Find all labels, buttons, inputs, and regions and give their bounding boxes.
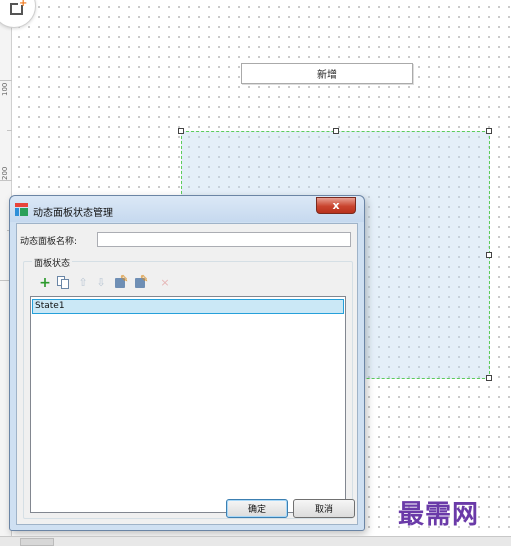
ruler-label: 200 <box>1 166 9 180</box>
dialog-titlebar[interactable]: 动态面板状态管理 x <box>10 196 364 222</box>
plus-icon: + <box>39 275 51 291</box>
resize-handle-top-right[interactable] <box>486 128 492 134</box>
list-item[interactable]: State1 <box>32 299 344 314</box>
duplicate-state-button[interactable] <box>56 276 70 290</box>
delete-state-button[interactable]: × <box>158 276 172 290</box>
dialog-title: 动态面板状态管理 <box>33 208 113 219</box>
panel-state-manager-dialog: 动态面板状态管理 x 动态面板名称: 面板状态 + ⇧ ⇩ ✎ ✎ × Stat… <box>9 195 365 531</box>
resize-handle-right[interactable] <box>486 252 492 258</box>
delete-icon: × <box>160 276 170 289</box>
new-button-widget[interactable]: 新增 <box>241 63 413 84</box>
states-toolbar: + ⇧ ⇩ ✎ ✎ × <box>38 275 198 291</box>
move-state-down-button[interactable]: ⇩ <box>94 276 108 290</box>
resize-handle-bottom-right[interactable] <box>486 375 492 381</box>
arrow-down-icon: ⇩ <box>96 276 106 289</box>
bottom-status-strip <box>0 536 511 546</box>
edit-all-states-button[interactable]: ✎ <box>134 275 148 290</box>
ruler-tick <box>0 180 12 181</box>
dialog-body: 动态面板名称: 面板状态 + ⇧ ⇩ ✎ ✎ × State1 确定 取消 <box>16 223 358 525</box>
new-button-widget-label: 新增 <box>317 70 337 81</box>
ruler-tick <box>0 80 12 81</box>
page-tab[interactable] <box>20 538 54 546</box>
close-icon: x <box>332 199 340 212</box>
add-state-button[interactable]: + <box>38 276 52 290</box>
move-state-up-button[interactable]: ⇧ <box>76 276 90 290</box>
panel-states-group: 面板状态 + ⇧ ⇩ ✎ ✎ × State1 <box>23 256 353 519</box>
states-list[interactable]: State1 <box>30 296 346 513</box>
arrow-up-icon: ⇧ <box>78 276 88 289</box>
panel-name-input[interactable] <box>97 232 351 247</box>
resize-handle-top-left[interactable] <box>178 128 184 134</box>
ok-button[interactable]: 确定 <box>226 499 288 518</box>
panel-name-label: 动态面板名称: <box>20 237 78 247</box>
edit-state-button[interactable]: ✎ <box>114 275 128 290</box>
plus-icon: + <box>19 0 28 9</box>
cancel-button[interactable]: 取消 <box>293 499 355 518</box>
ruler-tick <box>7 130 12 131</box>
resize-handle-top[interactable] <box>333 128 339 134</box>
panel-states-group-label: 面板状态 <box>32 256 73 269</box>
watermark-text: 最需网 <box>398 500 480 530</box>
close-button[interactable]: x <box>316 197 356 214</box>
app-icon <box>15 203 28 216</box>
ruler-label: 100 <box>1 82 9 96</box>
